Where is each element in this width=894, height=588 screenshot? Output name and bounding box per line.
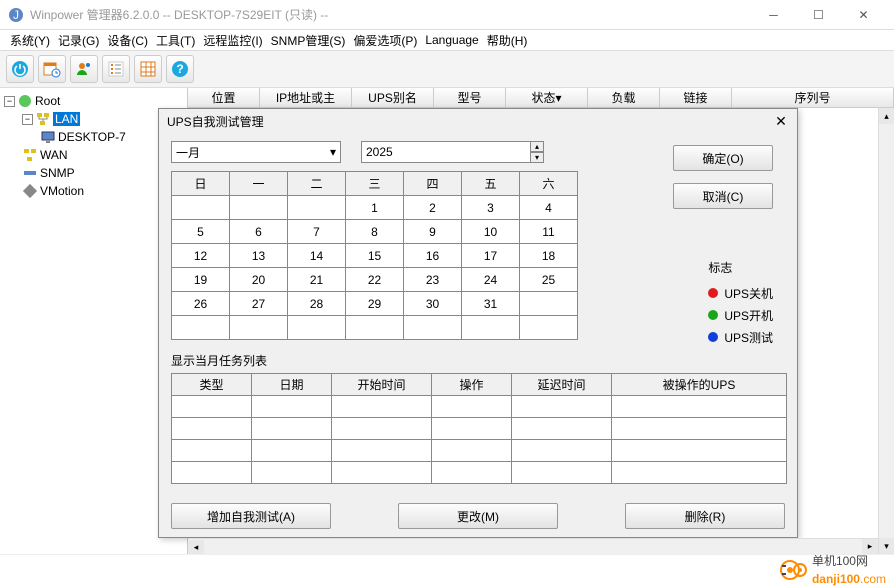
- add-selftest-button[interactable]: 增加自我测试(A): [171, 503, 331, 529]
- user-icon[interactable]: [70, 55, 98, 83]
- lan-icon: [35, 111, 51, 127]
- table-row[interactable]: [172, 440, 787, 462]
- col-ip[interactable]: IP地址或主: [260, 88, 352, 107]
- legend-on: UPS开机: [708, 304, 773, 326]
- wan-icon: [22, 147, 38, 163]
- ok-button[interactable]: 确定(O): [673, 145, 773, 171]
- menu-device[interactable]: 设备(C): [105, 32, 150, 49]
- dialog-titlebar: UPS自我测试管理 ✕: [159, 109, 797, 133]
- close-button[interactable]: ✕: [841, 0, 886, 30]
- calendar-clock-icon[interactable]: [38, 55, 66, 83]
- calendar-row: 262728293031: [172, 292, 578, 316]
- col-location[interactable]: 位置: [188, 88, 260, 107]
- footer: 单机100网 danji100.com: [0, 554, 894, 584]
- maximize-button[interactable]: ☐: [796, 0, 841, 30]
- cancel-button[interactable]: 取消(C): [673, 183, 773, 209]
- delete-button[interactable]: 删除(R): [625, 503, 785, 529]
- legend-test: UPS测试: [708, 326, 773, 348]
- green-dot-icon: [708, 310, 718, 320]
- grid-icon[interactable]: [134, 55, 162, 83]
- spinner-up-icon[interactable]: ▴: [530, 141, 544, 152]
- year-spinner[interactable]: ▴▾: [530, 141, 544, 163]
- chevron-down-icon: ▾: [330, 145, 336, 159]
- calendar-row: 567891011: [172, 220, 578, 244]
- menu-log[interactable]: 记录(G): [56, 32, 101, 49]
- menu-system[interactable]: 系统(Y): [8, 32, 52, 49]
- table-row[interactable]: [172, 396, 787, 418]
- blue-dot-icon: [708, 332, 718, 342]
- svg-text:?: ?: [176, 62, 183, 76]
- table-row[interactable]: [172, 418, 787, 440]
- col-status[interactable]: 状态 ▾: [506, 88, 588, 107]
- tree-root[interactable]: −Root: [4, 92, 183, 110]
- col-serial[interactable]: 序列号: [732, 88, 894, 107]
- dialog-title: UPS自我测试管理: [167, 113, 264, 130]
- col-load[interactable]: 负载: [588, 88, 660, 107]
- snmp-icon: [22, 165, 38, 181]
- column-header: 位置 IP地址或主 UPS别名 型号 状态 ▾ 负载 链接 序列号: [188, 88, 894, 108]
- vertical-scrollbar[interactable]: ▴▾: [878, 108, 894, 554]
- spinner-down-icon[interactable]: ▾: [530, 152, 544, 163]
- menubar: 系统(Y) 记录(G) 设备(C) 工具(T) 远程监控(I) SNMP管理(S…: [0, 30, 894, 50]
- selftest-dialog: UPS自我测试管理 ✕ 一月▾ 2025 ▴▾ 日一二三四五六 1234 567…: [158, 108, 798, 538]
- tree-snmp[interactable]: SNMP: [4, 164, 183, 182]
- window-title: Winpower 管理器6.2.0.0 -- DESKTOP-7S29EIT (…: [30, 6, 751, 23]
- power-icon[interactable]: [6, 55, 34, 83]
- menu-lang[interactable]: Language: [423, 33, 480, 47]
- scroll-left-icon[interactable]: ◂: [188, 540, 204, 555]
- tasks-header: 类型 日期 开始时间 操作 延迟时间 被操作的UPS: [172, 374, 787, 396]
- col-link[interactable]: 链接: [660, 88, 732, 107]
- list-icon[interactable]: [102, 55, 130, 83]
- tasks-label: 显示当月任务列表: [171, 352, 785, 369]
- menu-pref[interactable]: 偏爱选项(P): [351, 32, 419, 49]
- scroll-up-icon[interactable]: ▴: [879, 108, 894, 124]
- menu-tools[interactable]: 工具(T): [154, 32, 197, 49]
- month-combo[interactable]: 一月▾: [171, 141, 341, 163]
- help-icon[interactable]: ?: [166, 55, 194, 83]
- tree-wan[interactable]: WAN: [4, 146, 183, 164]
- year-field[interactable]: 2025: [361, 141, 531, 163]
- tree-vmotion[interactable]: VMotion: [4, 182, 183, 200]
- col-model[interactable]: 型号: [434, 88, 506, 107]
- menu-help[interactable]: 帮助(H): [485, 32, 530, 49]
- computer-icon: [40, 129, 56, 145]
- legend-title: 标志: [708, 259, 773, 276]
- menu-snmp[interactable]: SNMP管理(S): [269, 32, 348, 49]
- table-row[interactable]: [172, 462, 787, 484]
- tree-desktop[interactable]: DESKTOP-7: [4, 128, 183, 146]
- sort-icon: ▾: [555, 91, 561, 105]
- titlebar: J Winpower 管理器6.2.0.0 -- DESKTOP-7S29EIT…: [0, 0, 894, 30]
- minimize-button[interactable]: ─: [751, 0, 796, 30]
- calendar-header: 日一二三四五六: [172, 172, 578, 196]
- calendar-row: 19202122232425: [172, 268, 578, 292]
- dialog-close-icon[interactable]: ✕: [773, 113, 789, 129]
- calendar[interactable]: 日一二三四五六 1234 567891011 12131415161718 19…: [171, 171, 578, 340]
- app-icon: J: [8, 7, 24, 23]
- tree-lan[interactable]: −LAN: [4, 110, 183, 128]
- collapse-icon[interactable]: −: [4, 96, 15, 107]
- svg-text:J: J: [13, 8, 19, 22]
- vmotion-icon: [22, 183, 38, 199]
- legend-off: UPS关机: [708, 282, 773, 304]
- footer-logo-icon: [780, 556, 808, 584]
- calendar-row: 1234: [172, 196, 578, 220]
- col-alias[interactable]: UPS别名: [352, 88, 434, 107]
- collapse-icon[interactable]: −: [22, 114, 33, 125]
- modify-button[interactable]: 更改(M): [398, 503, 558, 529]
- menu-remote[interactable]: 远程监控(I): [201, 32, 264, 49]
- horizontal-scrollbar[interactable]: ◂▸: [188, 538, 878, 554]
- toolbar: ?: [0, 50, 894, 88]
- red-dot-icon: [708, 288, 718, 298]
- calendar-row: 12131415161718: [172, 244, 578, 268]
- tasks-table: 类型 日期 开始时间 操作 延迟时间 被操作的UPS: [171, 373, 787, 484]
- legend: 标志 UPS关机 UPS开机 UPS测试: [708, 259, 773, 348]
- footer-brand: 单机100网 danji100.com: [812, 552, 886, 588]
- root-icon: [17, 93, 33, 109]
- calendar-row: [172, 316, 578, 340]
